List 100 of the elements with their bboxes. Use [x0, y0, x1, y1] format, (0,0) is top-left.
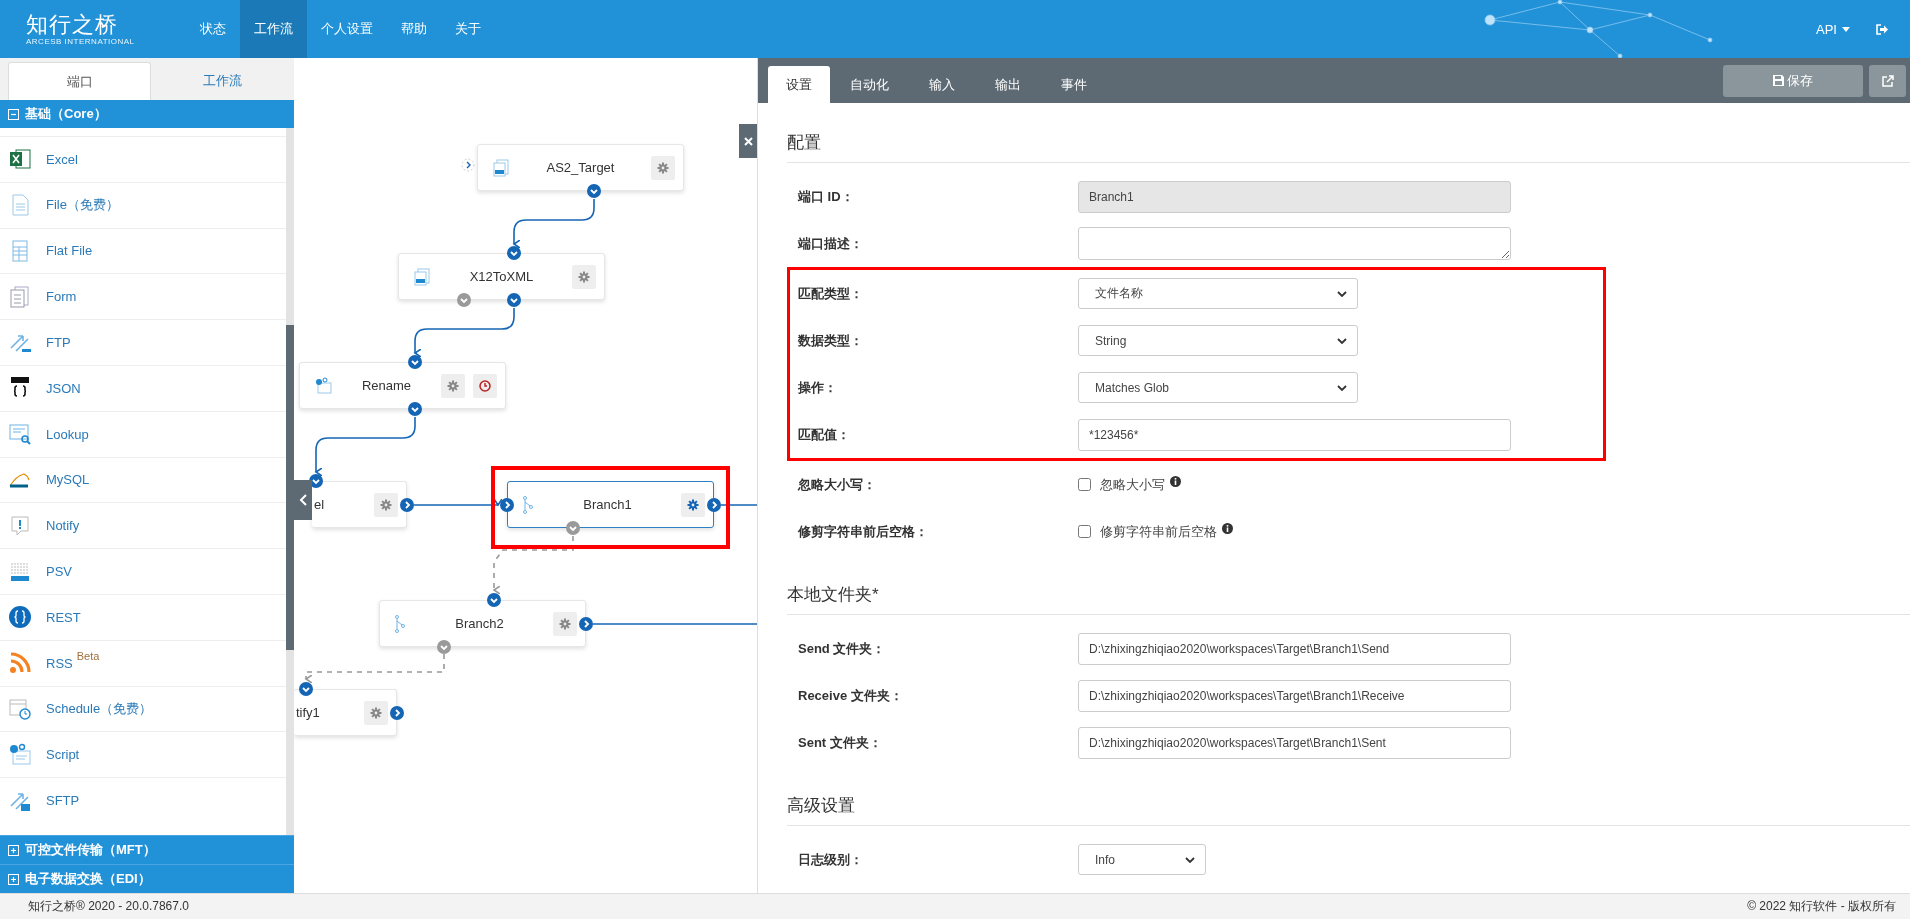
connector-list-item[interactable]: Form [0, 273, 286, 320]
field-label: 数据类型： [798, 331, 864, 350]
settings-button[interactable] [651, 155, 675, 180]
connection-port[interactable] [437, 640, 451, 654]
field-label: 匹配类型： [798, 284, 864, 303]
connection-port[interactable] [500, 498, 514, 512]
api-menu[interactable]: API [1816, 0, 1850, 58]
settings-button[interactable] [441, 373, 465, 398]
workflow-node[interactable]: el [312, 481, 407, 528]
branch-icon [394, 614, 406, 633]
info-icon[interactable] [1222, 522, 1233, 534]
connector-name: SFTP [46, 793, 80, 809]
workflow-node[interactable]: Branch1 [507, 481, 714, 528]
connector-list-item[interactable]: JSON [0, 365, 286, 411]
workflow-node[interactable]: Rename [299, 362, 506, 409]
category-title: 基础（Core） [25, 105, 107, 123]
field-label: 修剪字符串前后空格： [798, 522, 929, 541]
settings-button[interactable] [553, 611, 577, 636]
field-label: 端口 ID： [798, 187, 855, 206]
expand-icon[interactable] [8, 873, 19, 885]
category-header[interactable]: 基础（Core） [0, 100, 294, 128]
connector-list-item[interactable]: Flat File [0, 227, 286, 274]
text-field[interactable]: *123456* [1078, 418, 1511, 451]
text-field[interactable]: D:\zhixingzhiqiao2020\workspaces\Target\Branch1\Sent [1078, 726, 1511, 759]
category-title: 可控文件传输（MFT） [25, 841, 156, 859]
text-field[interactable]: D:\zhixingzhiqiao2020\workspaces\Target\Branch1\Send [1078, 632, 1511, 665]
alert-icon [8, 513, 32, 538]
connection-port[interactable] [400, 498, 414, 512]
clock-button[interactable] [473, 373, 497, 398]
text-field[interactable]: D:\zhixingzhiqiao2020\workspaces\Target\Branch1\Receive [1078, 679, 1511, 712]
connection-port[interactable] [408, 355, 422, 369]
connection-port[interactable] [507, 293, 521, 307]
nav-tab[interactable]: 工作流 [240, 0, 307, 58]
collapse-icon[interactable] [8, 108, 19, 120]
save-button[interactable]: 保存 [1723, 64, 1863, 97]
connection-port[interactable] [390, 706, 404, 720]
dropdown[interactable]: 文件名称 [1078, 278, 1358, 309]
connector-list-item[interactable]: Lookup [0, 410, 286, 457]
panel-tab[interactable]: 设置 [768, 66, 830, 103]
category-header[interactable]: 可控文件传输（MFT） [0, 835, 294, 864]
dropdown[interactable]: String [1078, 325, 1358, 356]
expand-icon[interactable] [8, 844, 19, 856]
connection-port[interactable] [299, 682, 313, 696]
connector-list-item[interactable]: Excel [0, 136, 286, 182]
document-icon [492, 158, 510, 177]
workflow-node[interactable]: AS2_Target [477, 144, 684, 191]
nav-tab[interactable]: 帮助 [387, 0, 441, 58]
connector-list-item[interactable]: File（免费） [0, 181, 286, 228]
chevron-down-icon [1185, 856, 1195, 863]
connection-port[interactable] [457, 293, 471, 307]
sidebar-tab[interactable]: 端口 [8, 62, 151, 100]
section-title: 本地文件夹* [787, 555, 1910, 615]
external-link-button[interactable] [1869, 64, 1906, 97]
panel-tab[interactable]: 输出 [975, 66, 1041, 103]
sidebar-tab[interactable]: 工作流 [151, 62, 294, 100]
connector-name: Form [46, 289, 77, 305]
workflow-node[interactable]: X12ToXML [398, 253, 605, 300]
settings-button[interactable] [572, 264, 596, 289]
info-icon[interactable] [1170, 475, 1181, 487]
dropdown[interactable]: Info [1078, 844, 1206, 875]
dropdown[interactable]: Matches Glob [1078, 372, 1358, 403]
connection-port[interactable] [707, 498, 721, 512]
connector-list-item[interactable]: Notify [0, 502, 286, 549]
connector-name: File（免费） [46, 196, 119, 215]
connector-list-item[interactable]: SFTP [0, 777, 286, 823]
connector-name: Notify [46, 518, 80, 534]
nav-tab[interactable]: 个人设置 [307, 0, 387, 58]
connector-list-item[interactable]: Script [0, 731, 286, 778]
collapse-button[interactable] [294, 480, 312, 520]
description-field[interactable] [1078, 227, 1511, 260]
nav-tab[interactable]: 状态 [186, 0, 240, 58]
connector-list-item[interactable]: PSV [0, 548, 286, 594]
settings-button[interactable] [364, 700, 388, 725]
checkbox[interactable] [1078, 478, 1091, 491]
input-port[interactable] [461, 158, 475, 172]
scrollbar[interactable] [286, 128, 294, 835]
nav-tab[interactable]: 关于 [441, 0, 495, 58]
panel-tab[interactable]: 自动化 [830, 66, 909, 103]
connection-port[interactable] [487, 593, 501, 607]
panel-tab[interactable]: 事件 [1041, 66, 1107, 103]
logout-icon[interactable] [1876, 23, 1888, 35]
workflow-node[interactable]: tify1 [294, 689, 397, 736]
workflow-node[interactable]: Branch2 [379, 600, 586, 647]
connection-port[interactable] [587, 184, 601, 198]
document-icon [413, 267, 431, 286]
field-label: Receive 文件夹： [798, 686, 904, 705]
close-button[interactable] [739, 124, 757, 158]
connector-list-item[interactable]: RSS $^{Beta}$ [0, 639, 286, 686]
category-header[interactable]: 电子数据交换（EDI） [0, 864, 294, 893]
settings-button[interactable] [681, 492, 705, 517]
checkbox[interactable] [1078, 525, 1091, 538]
chevron-left-icon [298, 494, 308, 506]
connector-list-item[interactable]: Schedule（免费） [0, 685, 286, 732]
connector-list-item[interactable]: REST [0, 593, 286, 640]
settings-button[interactable] [374, 492, 398, 517]
connection-port[interactable] [566, 521, 580, 535]
connection-port[interactable] [579, 617, 593, 631]
panel-tab[interactable]: 输入 [909, 66, 975, 103]
connection-port[interactable] [408, 402, 422, 416]
connection-port[interactable] [507, 246, 521, 260]
